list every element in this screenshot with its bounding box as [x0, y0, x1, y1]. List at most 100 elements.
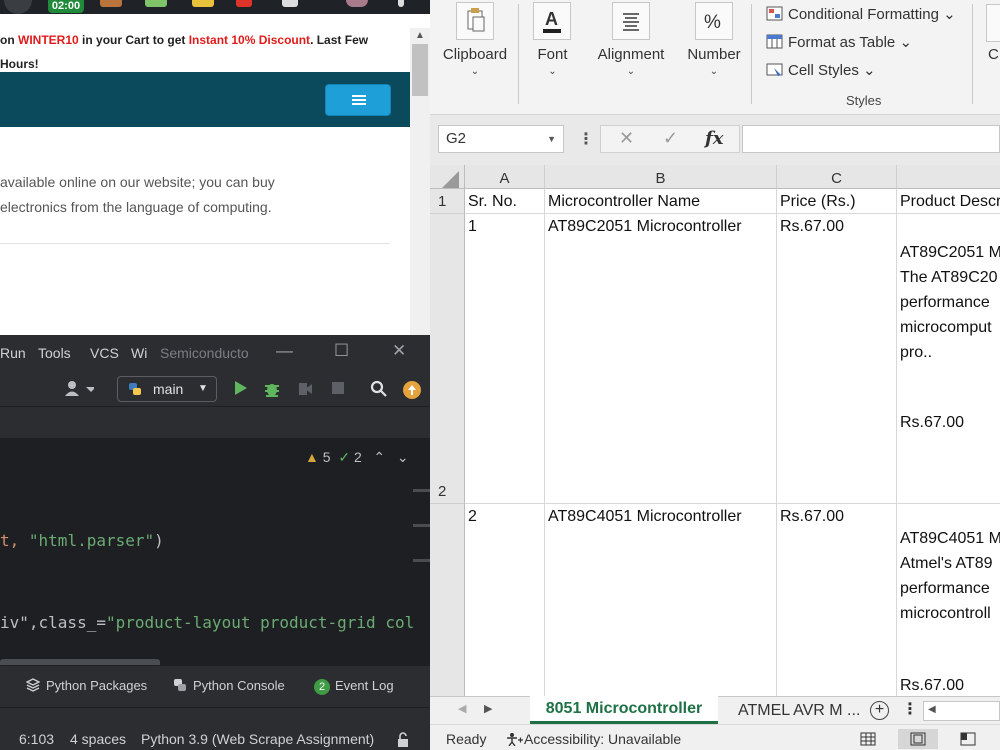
- hamburger-icon: [352, 95, 366, 97]
- menu-vcs[interactable]: VCS: [90, 345, 119, 361]
- row-header[interactable]: [430, 504, 465, 696]
- cancel-icon[interactable]: ✕: [619, 128, 634, 149]
- format-as-table-button[interactable]: Format as Table ⌄: [766, 33, 912, 51]
- taskbar-clock: 02:00: [48, 0, 84, 13]
- python-console-tab[interactable]: Python Console: [173, 678, 285, 693]
- table-cell[interactable]: AT89C4051 Microcontroller: [545, 504, 777, 696]
- taskbar-app-icon[interactable]: [145, 0, 167, 7]
- row-header[interactable]: 1: [430, 189, 465, 214]
- table-cell[interactable]: Rs.67.00: [777, 214, 897, 504]
- layers-icon: [26, 678, 40, 692]
- inspection-widget[interactable]: ▲ 5 ✓ 2 ⌃ ⌄: [305, 449, 409, 466]
- column-header-a[interactable]: A: [465, 165, 545, 189]
- hamburger-menu-button[interactable]: [325, 84, 391, 116]
- branch-selector[interactable]: main ▼: [117, 376, 217, 402]
- caret-position[interactable]: 6:103: [19, 731, 54, 747]
- table-cell[interactable]: Rs.67.00: [777, 504, 897, 696]
- stop-icon[interactable]: [330, 380, 346, 396]
- menu-tools[interactable]: Tools: [38, 345, 71, 361]
- scroll-up-arrow-icon[interactable]: ▲: [415, 30, 425, 41]
- account-icon[interactable]: [64, 380, 94, 398]
- alignment-group[interactable]: Alignment ⌄: [590, 0, 672, 110]
- table-cell[interactable]: AT89C2051 Microcontroller: [545, 214, 777, 504]
- taskbar-app-icon[interactable]: [192, 0, 214, 7]
- lock-icon[interactable]: [396, 732, 412, 748]
- add-sheet-icon[interactable]: +: [870, 701, 889, 720]
- column-header-b[interactable]: B: [545, 165, 777, 189]
- sheet-horizontal-scrollbar[interactable]: ◀: [923, 701, 1000, 721]
- weak-warning-icon: ✓: [338, 449, 351, 465]
- clipboard-group[interactable]: Clipboard ⌄: [430, 0, 520, 110]
- python-packages-tab[interactable]: Python Packages: [26, 678, 147, 693]
- conditional-formatting-icon: [766, 6, 783, 21]
- menu-run[interactable]: Run: [0, 345, 26, 361]
- taskbar-start-button[interactable]: [4, 0, 32, 14]
- insert-function-icon[interactable]: fx: [705, 128, 723, 149]
- next-sheet-icon[interactable]: ▶: [484, 702, 492, 715]
- more-sheets-icon[interactable]: ⋮: [902, 699, 918, 719]
- number-group[interactable]: % Number ⌄: [680, 0, 748, 110]
- search-icon[interactable]: [370, 380, 388, 398]
- conditional-formatting-button[interactable]: Conditional Formatting ⌄: [766, 5, 956, 23]
- previous-sheet-icon[interactable]: ◀: [458, 702, 466, 715]
- close-icon[interactable]: ✕: [392, 341, 406, 361]
- event-log-tab[interactable]: 2 Event Log: [314, 678, 394, 695]
- sheet-tab[interactable]: ATMEL AVR M ...: [738, 697, 860, 725]
- code-editor[interactable]: ▲ 5 ✓ 2 ⌃ ⌄ t, "html.parser") iv",class_…: [0, 439, 430, 667]
- name-box[interactable]: G2 ▼: [438, 125, 564, 153]
- minimize-icon[interactable]: —: [276, 341, 293, 361]
- debug-icon[interactable]: [263, 380, 281, 398]
- editor-gutter-mark: [413, 559, 430, 562]
- taskbar-app-icon[interactable]: [398, 0, 404, 7]
- spreadsheet-grid[interactable]: A B C 1 Sr. No. Microcontroller Name Pri…: [430, 165, 1000, 696]
- next-highlight-icon[interactable]: ⌄: [397, 449, 409, 465]
- taskbar-app-icon[interactable]: [236, 0, 252, 7]
- python-interpreter[interactable]: Python 3.9 (Web Scrape Assignment): [141, 731, 374, 747]
- grid-view-icon: [860, 732, 876, 746]
- previous-highlight-icon[interactable]: ⌃: [373, 449, 385, 465]
- font-group[interactable]: A Font ⌄: [520, 0, 585, 110]
- cells-group-icon[interactable]: [986, 4, 1000, 42]
- browser-scrollbar-thumb[interactable]: [412, 44, 428, 96]
- normal-view-button[interactable]: [848, 729, 888, 749]
- column-header-c[interactable]: C: [777, 165, 897, 189]
- taskbar-app-icon[interactable]: [282, 0, 298, 7]
- chevron-down-icon: ⌄: [709, 66, 719, 77]
- indent-setting[interactable]: 4 spaces: [70, 731, 126, 747]
- excel-status-bar: Ready Accessibility: Unavailable: [430, 724, 1000, 750]
- taskbar-avatar[interactable]: [346, 0, 368, 7]
- table-cell-description[interactable]: AT89C4051 M Atmel's AT89 performance mic…: [897, 504, 1000, 696]
- confirm-icon[interactable]: ✓: [663, 128, 678, 149]
- table-cell[interactable]: 2: [465, 504, 545, 696]
- accessibility-status[interactable]: Accessibility: Unavailable: [506, 731, 681, 747]
- run-icon[interactable]: [234, 380, 248, 396]
- row-header[interactable]: 2: [430, 214, 465, 504]
- table-header-cell[interactable]: Price (Rs.): [777, 189, 897, 214]
- select-all-button[interactable]: [430, 165, 465, 189]
- sheet-tab-active[interactable]: 8051 Microcontroller: [530, 696, 718, 724]
- table-header-cell[interactable]: Sr. No.: [465, 189, 545, 214]
- table-header-cell[interactable]: Product Descr: [897, 189, 1000, 214]
- ribbon-separator: [518, 4, 519, 104]
- page-layout-view-button[interactable]: [898, 729, 938, 749]
- browser-window: 02:00 on WINTER10 in your Cart to get In…: [0, 0, 430, 335]
- event-count-badge: 2: [314, 679, 330, 695]
- column-header-d[interactable]: [897, 165, 1000, 189]
- page-break-view-button[interactable]: [948, 729, 988, 749]
- table-header-cell[interactable]: Microcontroller Name: [545, 189, 777, 214]
- maximize-icon[interactable]: ☐: [334, 341, 349, 361]
- scroll-left-arrow-icon[interactable]: ◀: [928, 704, 936, 715]
- table-cell-description[interactable]: AT89C2051 M The AT89C20 performance micr…: [897, 214, 1000, 504]
- table-cell[interactable]: 1: [465, 214, 545, 504]
- menu-window[interactable]: Wi: [131, 345, 147, 361]
- update-icon[interactable]: [402, 380, 422, 400]
- chevron-down-icon[interactable]: ▼: [547, 126, 556, 152]
- profile-icon[interactable]: [296, 380, 314, 398]
- select-all-icon: [442, 171, 459, 188]
- ide-status-bar: 6:103 4 spaces Python 3.9 (Web Scrape As…: [0, 707, 430, 750]
- promo-text: . Last Few: [310, 33, 369, 47]
- more-options-icon[interactable]: ⋮: [578, 129, 594, 149]
- taskbar-app-icon[interactable]: [100, 0, 122, 7]
- formula-input[interactable]: [742, 125, 1000, 153]
- cell-styles-button[interactable]: Cell Styles ⌄: [766, 61, 876, 79]
